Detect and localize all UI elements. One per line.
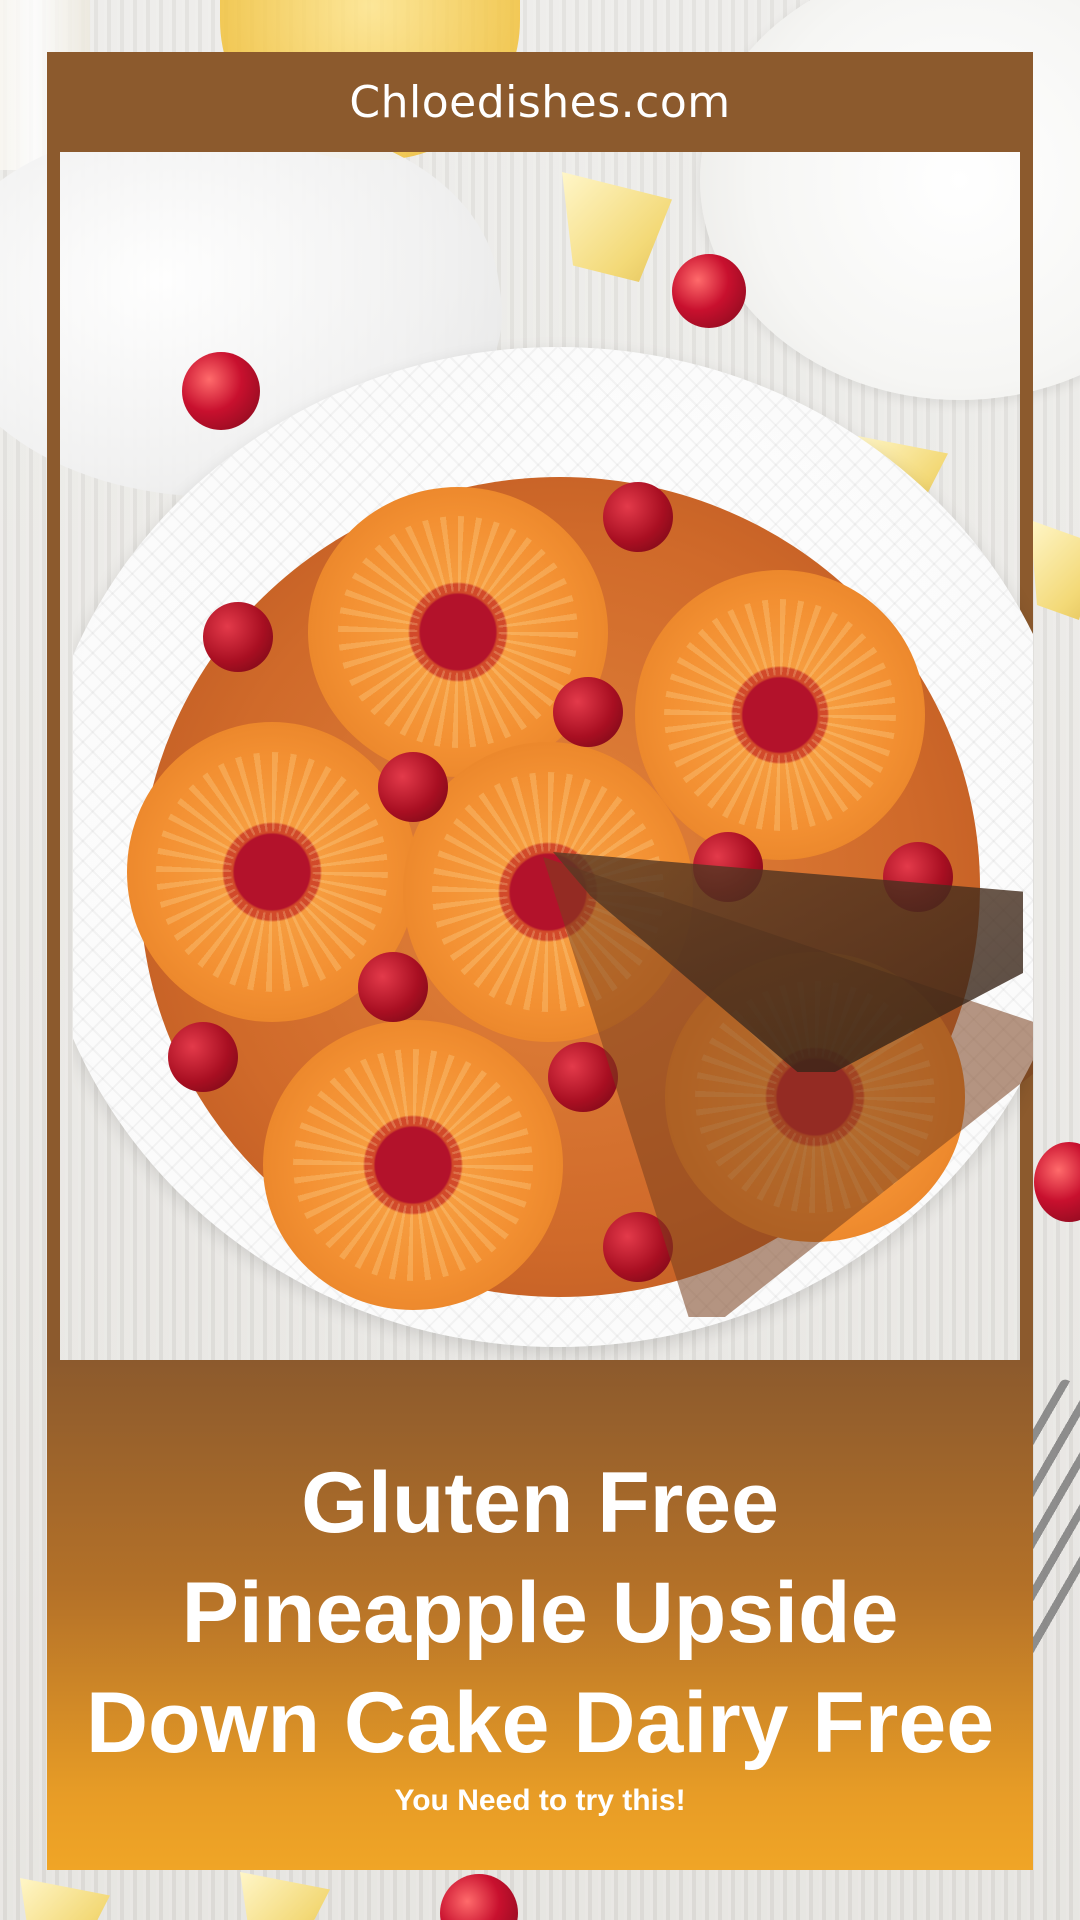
site-header: Chloedishes.com bbox=[47, 52, 1033, 152]
cherry bbox=[168, 1022, 238, 1092]
cherry bbox=[358, 952, 428, 1022]
photo-frame bbox=[47, 152, 1033, 1360]
title-line: Down Cake Dairy Free bbox=[85, 1675, 995, 1771]
title-line: Gluten Free bbox=[301, 1455, 779, 1551]
pineapple-ring bbox=[635, 570, 925, 860]
pin-card: Chloedishes.com Gluten Free Pineapple Up… bbox=[47, 52, 1033, 1870]
title-line: Pineapple Upside bbox=[181, 1565, 899, 1661]
pineapple-chunk bbox=[1030, 520, 1080, 620]
cake-photo bbox=[73, 152, 1033, 1360]
cherry bbox=[440, 1874, 518, 1920]
cherry bbox=[553, 677, 623, 747]
cherry bbox=[203, 602, 273, 672]
cherry bbox=[603, 482, 673, 552]
tagline: You Need to try this! bbox=[394, 1784, 686, 1817]
site-name: Chloedishes.com bbox=[349, 76, 731, 128]
pineapple-chunk bbox=[20, 1878, 110, 1920]
cherry bbox=[378, 752, 448, 822]
pineapple-ring bbox=[263, 1020, 563, 1310]
cherry bbox=[1034, 1142, 1080, 1222]
title-panel: Gluten Free Pineapple Upside Down Cake D… bbox=[47, 1360, 1033, 1870]
pineapple-chunk bbox=[240, 1872, 330, 1920]
recipe-title: Gluten Free Pineapple Upside Down Cake D… bbox=[47, 1448, 1033, 1778]
